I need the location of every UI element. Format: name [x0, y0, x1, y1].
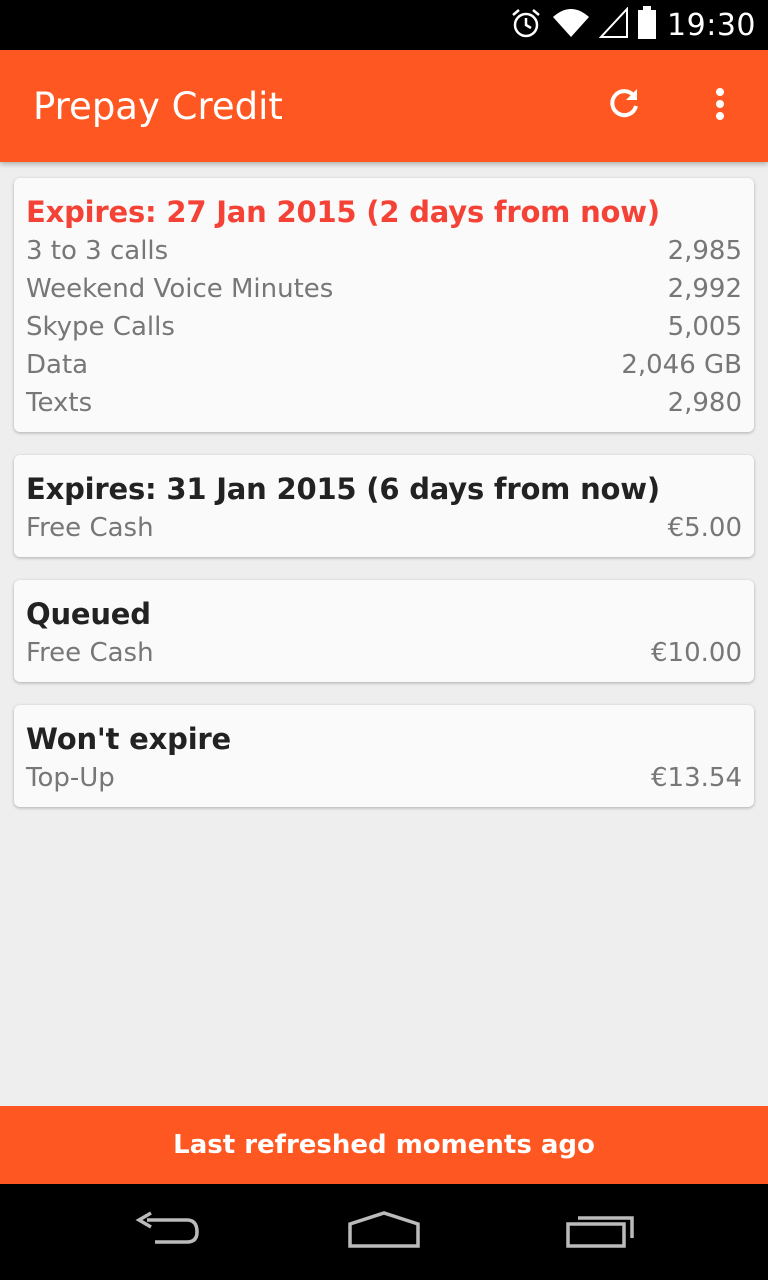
alarm-icon	[509, 6, 543, 45]
wifi-icon	[551, 7, 591, 44]
signal-icon	[598, 5, 629, 44]
overflow-menu-button[interactable]	[688, 74, 752, 138]
item-value: 2,980	[667, 388, 742, 418]
item-label: Free Cash	[26, 513, 154, 543]
status-time: 19:30	[667, 7, 756, 43]
last-refreshed-banner: Last refreshed moments ago	[0, 1106, 768, 1184]
battery-icon	[637, 5, 657, 45]
item-value: €10.00	[651, 638, 742, 668]
item-label: Skype Calls	[26, 312, 175, 342]
card-title: Expires: 31 Jan 2015 (6 days from now)	[26, 472, 660, 506]
list-item: Texts 2,980	[26, 384, 742, 422]
app-bar: Prepay Credit	[0, 50, 768, 162]
item-label: Weekend Voice Minutes	[26, 274, 334, 304]
card-title: Queued	[26, 597, 151, 631]
item-value: 2,985	[667, 236, 742, 266]
item-value: 2,046 GB	[621, 350, 742, 380]
card-title: Expires: 27 Jan 2015 (2 days from now)	[26, 195, 660, 229]
item-value: 5,005	[667, 312, 742, 342]
item-label: Data	[26, 350, 89, 380]
list-item: Free Cash €5.00	[26, 509, 742, 547]
credit-card-expiring: Expires: 31 Jan 2015 (6 days from now) F…	[14, 455, 754, 557]
item-label: Free Cash	[26, 638, 154, 668]
home-icon	[346, 1210, 422, 1255]
last-refreshed-text: Last refreshed moments ago	[173, 1130, 595, 1160]
app-title: Prepay Credit	[33, 84, 283, 128]
item-value: €5.00	[667, 513, 742, 543]
status-bar: 19:30	[0, 0, 768, 50]
item-value: €13.54	[651, 763, 742, 793]
home-button[interactable]	[324, 1192, 444, 1272]
item-label: Top-Up	[26, 763, 115, 793]
system-nav-bar	[0, 1184, 768, 1280]
list-item: Weekend Voice Minutes 2,992	[26, 270, 742, 308]
list-item: Free Cash €10.00	[26, 634, 742, 672]
recents-button[interactable]	[540, 1192, 660, 1272]
refresh-button[interactable]	[592, 74, 656, 138]
credit-card-no-expiry: Won't expire Top-Up €13.54	[14, 705, 754, 807]
list-item: Top-Up €13.54	[26, 759, 742, 797]
credit-card-queued: Queued Free Cash €10.00	[14, 580, 754, 682]
list-item: Skype Calls 5,005	[26, 308, 742, 346]
item-value: 2,992	[667, 274, 742, 304]
back-icon	[133, 1210, 203, 1255]
refresh-icon	[606, 86, 642, 127]
list-item: 3 to 3 calls 2,985	[26, 232, 742, 270]
back-button[interactable]	[108, 1192, 228, 1272]
list-item: Data 2,046 GB	[26, 346, 742, 384]
credit-list: Expires: 27 Jan 2015 (2 days from now) 3…	[0, 162, 768, 1106]
card-title: Won't expire	[26, 722, 232, 756]
item-label: 3 to 3 calls	[26, 236, 169, 266]
item-label: Texts	[26, 388, 93, 418]
credit-card-expiring-soon: Expires: 27 Jan 2015 (2 days from now) 3…	[14, 178, 754, 432]
recents-icon	[564, 1210, 636, 1255]
overflow-menu-icon	[715, 87, 725, 126]
